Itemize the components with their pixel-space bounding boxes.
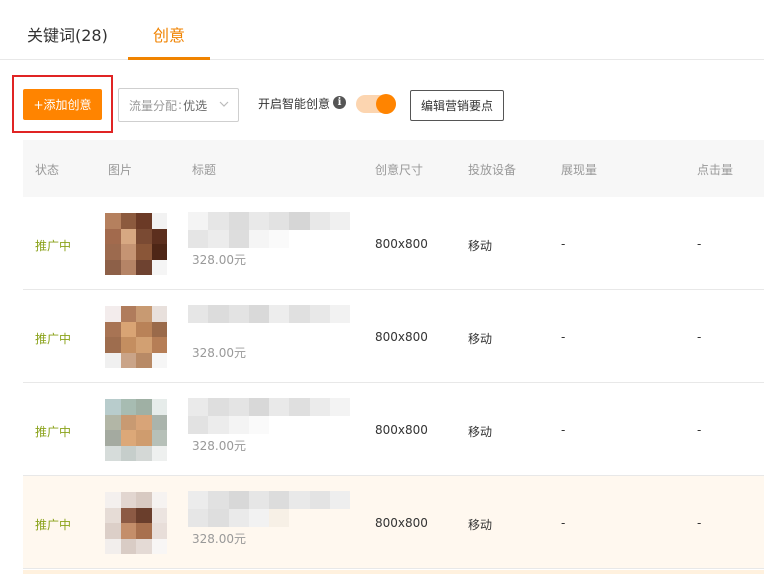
price-text: 328.00元 (192, 346, 246, 360)
status-badge: 推广中 (35, 332, 72, 346)
product-thumbnail (105, 399, 167, 461)
smart-creative-label: 开启智能创意 (258, 97, 331, 111)
price-text: 328.00元 (192, 439, 246, 453)
header-status: 状态 (35, 163, 60, 177)
header-image: 图片 (108, 163, 133, 177)
price-text: 328.00元 (192, 532, 246, 546)
blurred-title (188, 305, 350, 341)
status-badge: 推广中 (35, 239, 72, 253)
traffic-allocation-separator: : (178, 98, 183, 112)
blurred-title (188, 212, 350, 248)
add-creative-button[interactable]: +添加创意 (23, 89, 102, 120)
impressions-cell: - (561, 237, 566, 251)
toggle-knob (376, 94, 396, 114)
product-thumbnail (105, 492, 167, 554)
traffic-allocation-label: 流量分配 (129, 98, 178, 113)
table-header: 状态 图片 标题 创意尺寸 投放设备 展现量 点击量 (23, 140, 764, 197)
clicks-cell: - (697, 423, 702, 437)
size-cell: 800x800 (375, 237, 428, 251)
clicks-cell: - (697, 330, 702, 344)
toolbar: +添加创意 流量分配: 优选 开启智能创意 i 编辑营销要点 (0, 60, 764, 140)
tab-keywords[interactable]: 关键词(28) (27, 22, 108, 46)
header-impressions: 展现量 (561, 163, 598, 177)
size-cell: 800x800 (375, 516, 428, 530)
impressions-cell: - (561, 516, 566, 530)
product-thumbnail (105, 213, 167, 275)
impressions-cell: - (561, 330, 566, 344)
creative-table: 状态 图片 标题 创意尺寸 投放设备 展现量 点击量 推广中 328.00元 8… (23, 140, 764, 569)
traffic-allocation-select[interactable]: 流量分配: 优选 (118, 88, 239, 122)
tab-bar: 关键词(28) 创意 (0, 0, 764, 60)
status-badge: 推广中 (35, 518, 72, 532)
size-cell: 800x800 (375, 330, 428, 344)
table-row[interactable]: 推广中 328.00元 800x800 移动 - - (23, 476, 764, 569)
size-cell: 800x800 (375, 423, 428, 437)
header-clicks: 点击量 (697, 163, 734, 177)
device-cell: 移动 (468, 425, 493, 439)
clicks-cell: - (697, 516, 702, 530)
traffic-allocation-value: 优选 (183, 98, 208, 113)
table-row[interactable]: 推广中 328.00元 800x800 移动 - - (23, 290, 764, 383)
header-size: 创意尺寸 (375, 163, 424, 177)
price-text: 328.00元 (192, 253, 246, 267)
device-cell: 移动 (468, 239, 493, 253)
tab-creative[interactable]: 创意 (153, 22, 185, 46)
edit-selling-points-button[interactable]: 编辑营销要点 (410, 90, 504, 121)
smart-creative-toggle[interactable] (356, 94, 396, 114)
next-row-edge (23, 570, 764, 574)
impressions-cell: - (561, 423, 566, 437)
blurred-title (188, 398, 350, 434)
blurred-title (188, 491, 350, 527)
header-title: 标题 (192, 163, 217, 177)
status-badge: 推广中 (35, 425, 72, 439)
table-row[interactable]: 推广中 328.00元 800x800 移动 - - (23, 383, 764, 476)
header-device: 投放设备 (468, 163, 517, 177)
info-icon[interactable]: i (333, 96, 346, 109)
table-row[interactable]: 推广中 328.00元 800x800 移动 - - (23, 197, 764, 290)
clicks-cell: - (697, 237, 702, 251)
device-cell: 移动 (468, 518, 493, 532)
chevron-down-icon (219, 101, 229, 107)
device-cell: 移动 (468, 332, 493, 346)
product-thumbnail (105, 306, 167, 368)
